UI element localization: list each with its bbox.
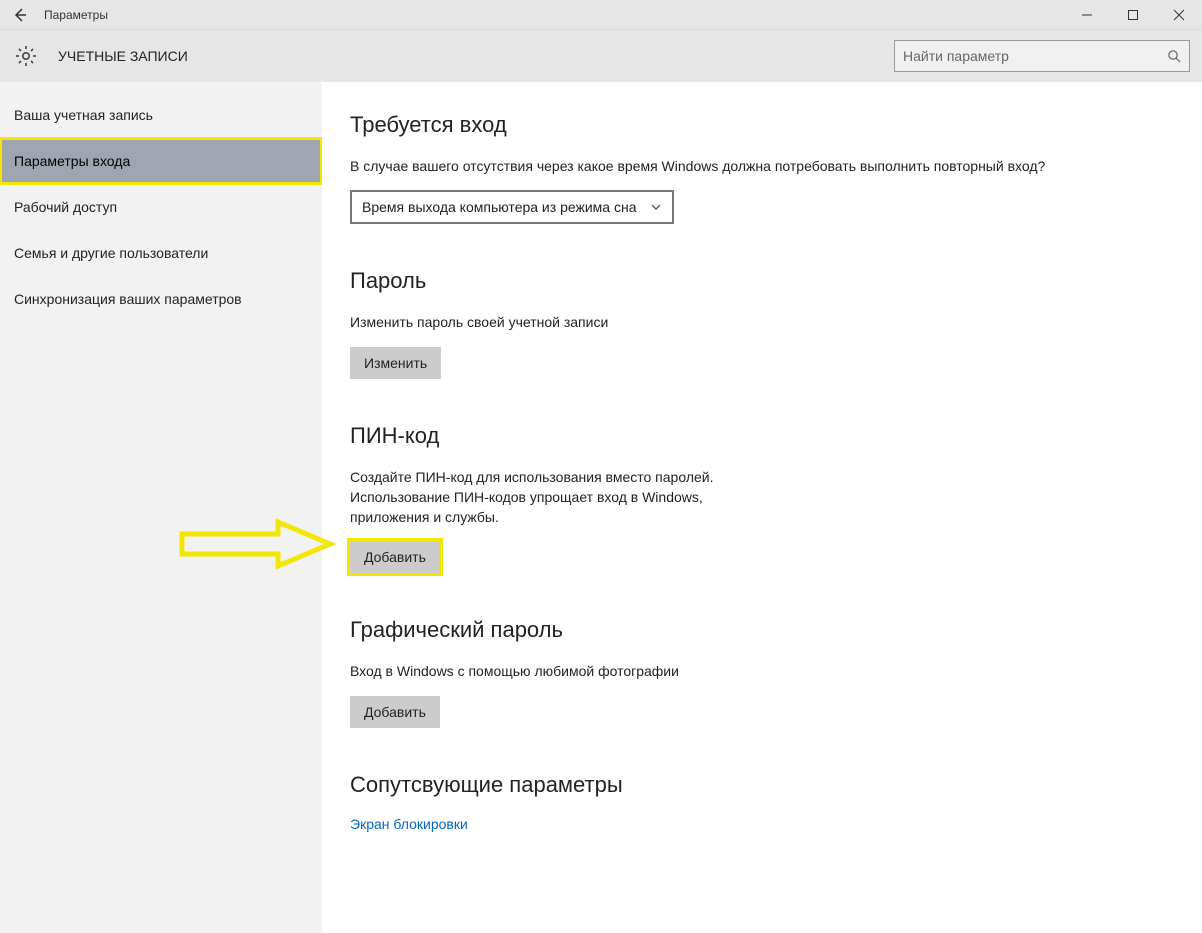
pin-add-button[interactable]: Добавить — [350, 541, 440, 573]
signin-required-title: Требуется вход — [350, 112, 1174, 138]
picture-title: Графический пароль — [350, 617, 1174, 643]
sidebar-item-sync[interactable]: Синхронизация ваших параметров — [0, 276, 322, 322]
picture-add-button[interactable]: Добавить — [350, 696, 440, 728]
close-icon — [1173, 9, 1185, 21]
titlebar: Параметры — [0, 0, 1202, 30]
combo-label: Время выхода компьютера из режима сна — [362, 199, 636, 215]
sidebar-item-label: Семья и другие пользователи — [14, 245, 208, 261]
sidebar: Ваша учетная запись Параметры входа Рабо… — [0, 82, 322, 933]
header-left: УЧЕТНЫЕ ЗАПИСИ — [10, 44, 894, 68]
section-signin-required: Требуется вход В случае вашего отсутстви… — [350, 112, 1174, 224]
sidebar-item-account[interactable]: Ваша учетная запись — [0, 92, 322, 138]
signin-required-text: В случае вашего отсутствия через какое в… — [350, 156, 1090, 176]
password-title: Пароль — [350, 268, 1174, 294]
sidebar-item-label: Рабочий доступ — [14, 199, 117, 215]
section-related: Сопутсвующие параметры Экран блокировки — [350, 772, 1174, 832]
pin-title: ПИН-код — [350, 423, 1174, 449]
sidebar-item-work-access[interactable]: Рабочий доступ — [0, 184, 322, 230]
password-text: Изменить пароль своей учетной записи — [350, 312, 1090, 332]
maximize-icon — [1127, 9, 1139, 21]
picture-text: Вход в Windows с помощью любимой фотогра… — [350, 661, 1090, 681]
lockscreen-link[interactable]: Экран блокировки — [350, 816, 1174, 832]
close-button[interactable] — [1156, 0, 1202, 30]
minimize-icon — [1081, 9, 1093, 21]
gear-icon — [14, 44, 38, 68]
pin-text: Создайте ПИН-код для использования вмест… — [350, 467, 770, 528]
sidebar-item-signin-options[interactable]: Параметры входа — [0, 138, 322, 184]
password-change-button[interactable]: Изменить — [350, 347, 441, 379]
sidebar-item-label: Ваша учетная запись — [14, 107, 153, 123]
chevron-down-icon — [650, 201, 662, 213]
sidebar-item-label: Синхронизация ваших параметров — [14, 291, 242, 307]
search-icon — [1167, 49, 1181, 63]
back-button[interactable] — [0, 0, 40, 30]
window-title: Параметры — [40, 8, 1064, 22]
search-placeholder: Найти параметр — [903, 48, 1167, 64]
body: Ваша учетная запись Параметры входа Рабо… — [0, 82, 1202, 933]
maximize-button[interactable] — [1110, 0, 1156, 30]
signin-required-combo[interactable]: Время выхода компьютера из режима сна — [350, 190, 674, 224]
section-password: Пароль Изменить пароль своей учетной зап… — [350, 268, 1174, 378]
header-title: УЧЕТНЫЕ ЗАПИСИ — [58, 48, 188, 64]
sidebar-item-label: Параметры входа — [14, 153, 130, 169]
sidebar-item-family[interactable]: Семья и другие пользователи — [0, 230, 322, 276]
main-content: Требуется вход В случае вашего отсутстви… — [322, 82, 1202, 933]
related-title: Сопутсвующие параметры — [350, 772, 1174, 798]
search-input[interactable]: Найти параметр — [894, 40, 1190, 72]
section-pin: ПИН-код Создайте ПИН-код для использован… — [350, 423, 1174, 574]
header: УЧЕТНЫЕ ЗАПИСИ Найти параметр — [0, 30, 1202, 82]
minimize-button[interactable] — [1064, 0, 1110, 30]
section-picture-password: Графический пароль Вход в Windows с помо… — [350, 617, 1174, 727]
back-arrow-icon — [12, 7, 28, 23]
window-controls — [1064, 0, 1202, 30]
